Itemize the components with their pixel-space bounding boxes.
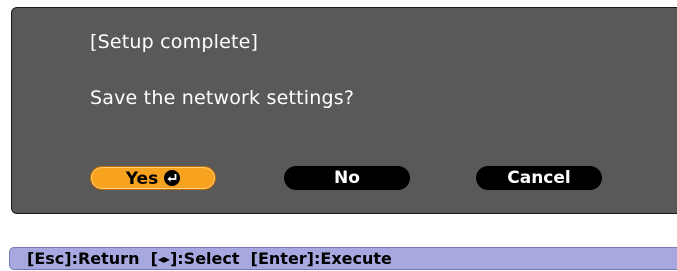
- cancel-button-label: Cancel: [507, 168, 571, 188]
- esc-key-label: [Esc]: [27, 249, 72, 268]
- esc-action-label: :Return: [71, 249, 140, 268]
- yes-button-label: Yes: [125, 169, 159, 189]
- setup-dialog: [Setup complete] Save the network settin…: [11, 7, 677, 214]
- cancel-button[interactable]: Cancel: [476, 166, 602, 190]
- enter-key-label: [Enter]: [250, 249, 314, 268]
- left-right-arrows-icon: ◂▸: [157, 252, 170, 266]
- enter-action-label: :Execute: [314, 249, 392, 268]
- no-button-label: No: [334, 168, 360, 188]
- select-action-label: :Select: [177, 249, 240, 268]
- key-help-text: [Esc]:Return [◂▸]:Select [Enter]:Execute: [27, 248, 392, 270]
- dialog-question: Save the network settings?: [90, 87, 355, 109]
- select-key-open: [: [150, 249, 158, 268]
- yes-button[interactable]: Yes: [90, 166, 216, 190]
- no-button[interactable]: No: [284, 166, 410, 190]
- key-help-bar: [Esc]:Return [◂▸]:Select [Enter]:Execute: [9, 247, 677, 270]
- enter-icon: [164, 170, 181, 186]
- dialog-title: [Setup complete]: [90, 31, 259, 53]
